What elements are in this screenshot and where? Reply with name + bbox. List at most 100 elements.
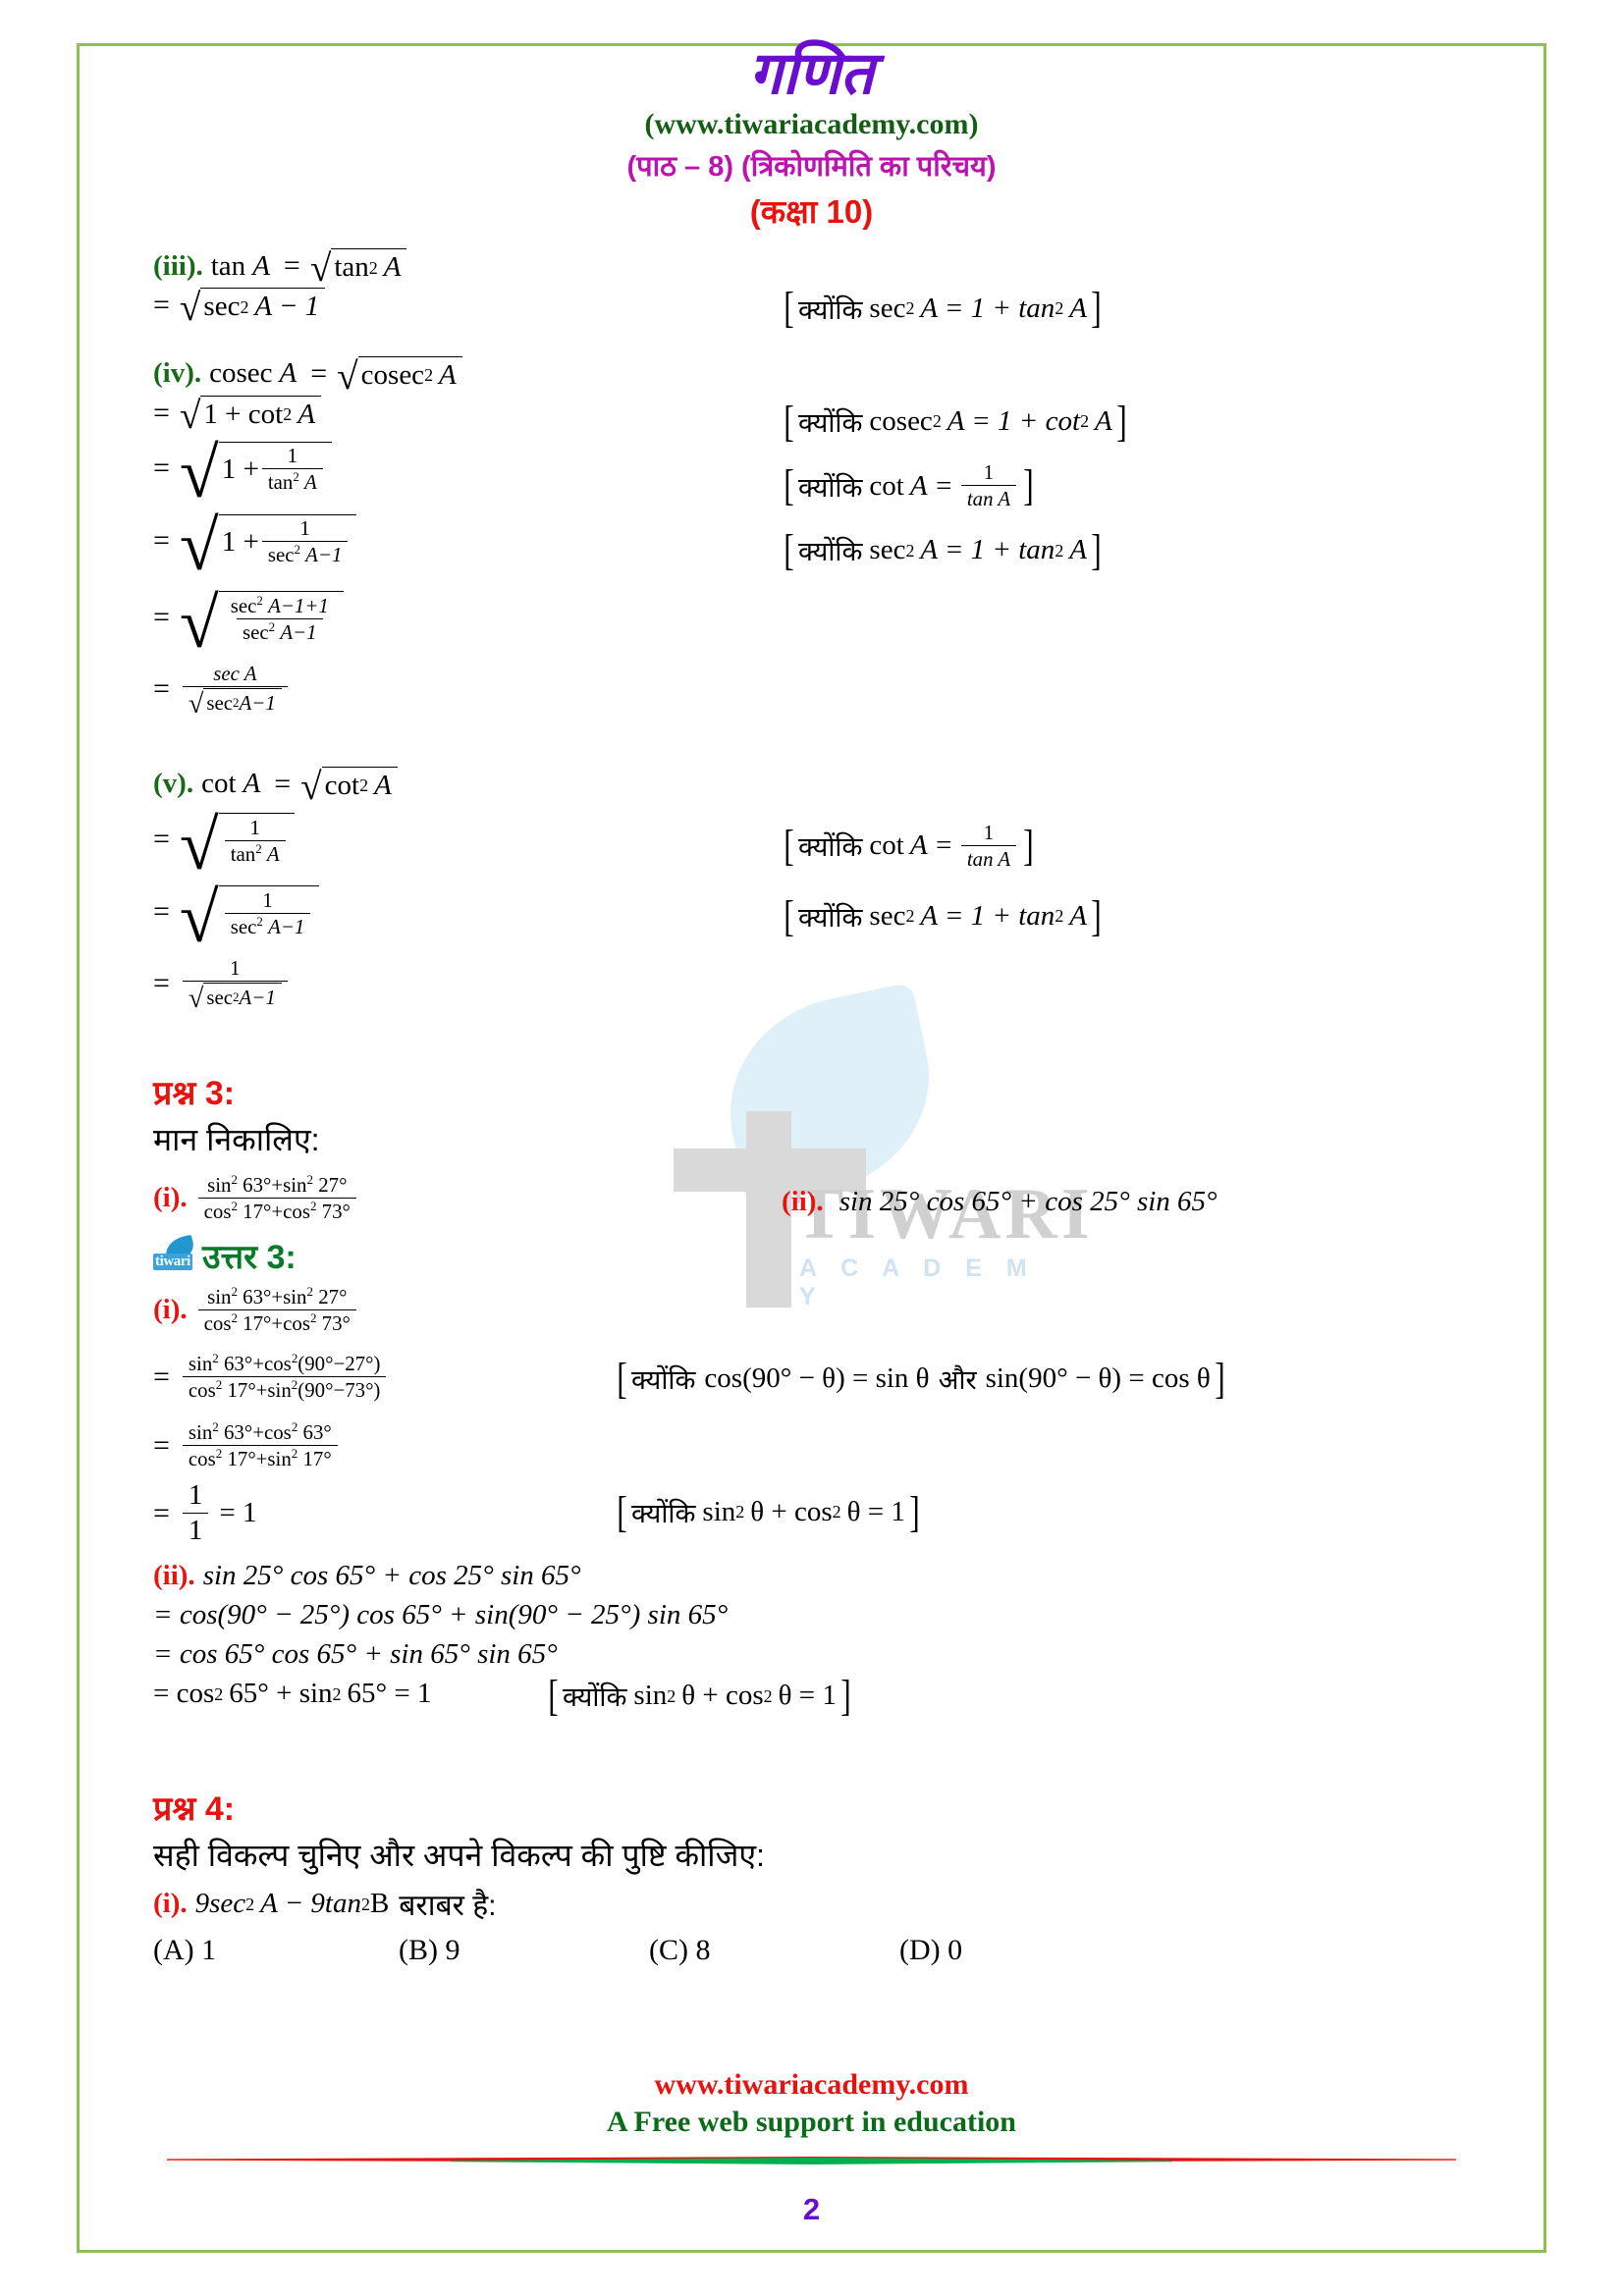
item-label: (ii). — [782, 1185, 824, 1217]
part-iii-label: (iii). — [153, 249, 203, 282]
fraction: sin2 63°+sin2 27° cos2 17°+cos2 73° — [197, 1171, 356, 1223]
answer3-step2-row: = sin2 63°+cos2(90°−27°) cos2 17°+sin2(9… — [153, 1343, 1470, 1412]
question3-heading: प्रश्न 3: — [153, 1074, 236, 1112]
note-body-1: cos(90° − θ) = sin θ — [704, 1362, 930, 1394]
part-iii-lhs: tan — [210, 249, 246, 282]
eq-sign: = — [153, 822, 170, 855]
note-body: A = 1 + cot — [947, 404, 1081, 437]
answer3-note-b2: [ क्योंकि sin 2 θ + cos 2 θ = 1 ] — [548, 1670, 851, 1720]
footer-divider — [167, 2153, 1456, 2166]
part-v-line1: (v). cot A = √ cot 2 A — [153, 765, 782, 806]
fraction: 1 √ sec 2 A−1 — [182, 956, 288, 1012]
radicand-tail: A — [298, 398, 315, 430]
question3-items: (i). sin2 63°+sin2 27° cos2 17°+cos2 73°… — [153, 1166, 1470, 1231]
eq-sign: = — [153, 396, 170, 429]
answer3-note-a: [ क्योंकि cos(90° − θ) = sin θ और sin(90… — [617, 1353, 1225, 1403]
answer3-ii-line2: = cos(90° − 25°) cos 65° + sin(90° − 25°… — [153, 1596, 1470, 1635]
eq-sign: = — [153, 894, 170, 928]
radicand-lead: 1 + — [221, 453, 259, 485]
fraction-numerator: sin2 63°+cos2 63° — [188, 1418, 332, 1444]
note-fn: sin — [633, 1680, 668, 1712]
question4-heading: प्रश्न 4: — [153, 1790, 236, 1829]
sqrt-icon: √ 1 + 1 tan2 A — [180, 438, 332, 508]
answer3-ii-expr1: sin 25° cos 65° + cos 25° sin 65° — [202, 1560, 581, 1592]
question4-options: (A) 1 (B) 9 (C) 8 (D) 0 — [153, 1934, 1470, 1967]
answer3-heading: tiwari उत्तर 3: — [153, 1233, 1470, 1278]
option-d[interactable]: (D) 0 — [899, 1934, 962, 1967]
page-content: गणित (www.tiwariacademy.com) (पाठ – 8) (… — [26, 26, 1597, 1967]
option-c[interactable]: (C) 8 — [649, 1934, 899, 1967]
fraction: 1 tan2 A — [261, 444, 323, 494]
fraction-denominator: tan A — [960, 844, 1017, 871]
part-iii: (iii). tan A = √ tan 2 A = √ sec 2 A − 1… — [153, 246, 1470, 333]
note-body: A = 1 + tan — [920, 534, 1055, 566]
document-page: TIWARI A C A D E M Y गणित (www.tiwariaca… — [0, 0, 1623, 2296]
part-iv-line5: = √ sec2 A−1+1 sec2 A−1 — [153, 578, 782, 658]
fraction-numerator: 1 — [983, 460, 995, 485]
radicand-lead: 1 + — [221, 525, 259, 558]
radicand-fn: tan — [334, 251, 369, 284]
eq-sign: = — [153, 1360, 170, 1393]
part-iii-equals2: = — [153, 289, 170, 322]
part-iv-note1: [ क्योंकि cosec 2 A = 1 + cot 2 A ] — [784, 396, 1127, 446]
note-because: क्योंकि — [797, 294, 863, 325]
part-iv-note3: [ क्योंकि sec 2 A = 1 + tan 2 A ] — [784, 525, 1102, 575]
sqrt-icon: √ tan 2 A — [310, 248, 407, 288]
note-body: A = — [909, 829, 953, 862]
option-b[interactable]: (B) 9 — [399, 1934, 649, 1967]
eq-sign: = — [153, 671, 170, 705]
fraction: 1 tan2 A — [224, 815, 286, 866]
answer3-note-b: [ क्योंकि sin 2 θ + cos 2 θ = 1 ] — [617, 1486, 920, 1536]
radicand-rest: A − 1 — [254, 291, 320, 323]
part-iii-note: [ क्योंकि sec 2 A = 1 + tan 2 A ] — [784, 283, 1102, 333]
part-iv-note2: [ क्योंकि cot A = 1 tan A ] — [784, 460, 1034, 511]
part-iii-equals: = — [283, 249, 300, 283]
q4-expr-a: 9sec — [194, 1888, 246, 1920]
fraction-numerator: 1 — [287, 444, 298, 468]
fraction-denominator: tan2 A — [261, 468, 323, 494]
fraction-numerator: 1 — [249, 815, 260, 839]
answer3-ii-line4-row: = cos 2 65° + sin 2 65° = 1 [ क्योंकि sin 2… — [153, 1670, 1470, 1720]
part-v-lhs-var: A — [243, 768, 261, 800]
q4-expr-c: B — [369, 1888, 390, 1920]
fraction: sin2 63°+cos2 63° cos2 17°+sin2 17° — [182, 1418, 338, 1470]
fraction-denominator: tan A — [960, 485, 1017, 510]
fraction: 1 sec2 A−1 — [224, 888, 311, 938]
radicand-fn: cosec — [360, 358, 425, 391]
fraction-denominator: √ sec 2 A−1 — [182, 685, 288, 718]
footer-tagline: A Free web support in education — [607, 2106, 1016, 2138]
note-fn: sin — [702, 1495, 736, 1527]
question3-prompt: मान निकालिए: — [153, 1121, 320, 1157]
option-a[interactable]: (A) 1 — [153, 1934, 399, 1967]
note-because: क्योंकि — [562, 1682, 627, 1713]
fraction-numerator: sin2 63°+sin2 27° — [207, 1283, 348, 1308]
note-because: क्योंकि — [797, 471, 863, 503]
part-iv-line3: = √ 1 + 1 tan2 A — [153, 433, 782, 508]
fraction-denominator: 1 — [182, 1512, 209, 1547]
answer3-step4: = 1 1 = 1 — [153, 1479, 615, 1547]
page-header: गणित (www.tiwariacademy.com) (पाठ – 8) (… — [153, 43, 1470, 233]
answer3-ii-expr4c: 65° = 1 — [347, 1678, 432, 1710]
sqrt-icon: √ sec 2 A − 1 — [180, 288, 326, 327]
sqrt-icon: √ 1 sec2 A−1 — [180, 881, 320, 952]
part-iv-lhs: cosec — [209, 357, 273, 390]
question4-item-i: (i). 9sec 2 A − 9tan 2 B बराबर है: — [153, 1884, 1470, 1924]
footer-url[interactable]: www.tiwariacademy.com — [0, 2068, 1623, 2102]
note-fn: cot — [869, 469, 904, 502]
part-iv-line4: = √ 1 + 1 sec2 A−1 — [153, 504, 782, 581]
answer3-ii-expr4b: 65° + sin — [229, 1678, 333, 1710]
answer3-ii-expr3: = cos 65° cos 65° + sin 65° sin 65° — [153, 1638, 558, 1671]
part-iv-line1: (iv). cosec A = √ cosec 2 A — [153, 354, 782, 396]
q4-expr-b: A − 9tan — [260, 1888, 361, 1920]
radicand-fn: sec — [203, 291, 241, 323]
part-v-line4: = 1 √ sec 2 A−1 — [153, 949, 782, 1018]
fraction-numerator: sec2 A−1+1 — [230, 592, 329, 617]
note-body: θ + cos — [681, 1680, 764, 1712]
note-because: क्योंकि — [797, 831, 863, 863]
fraction: 1 1 — [182, 1479, 209, 1547]
answer3-ii-line4: = cos 2 65° + sin 2 65° = 1 — [153, 1678, 432, 1710]
note-because: क्योंकि — [797, 406, 863, 438]
fraction-numerator: sin2 63°+sin2 27° — [207, 1171, 348, 1197]
part-iii-lhs-var: A — [252, 249, 270, 282]
note-body: A = 1 + tan — [920, 899, 1055, 932]
